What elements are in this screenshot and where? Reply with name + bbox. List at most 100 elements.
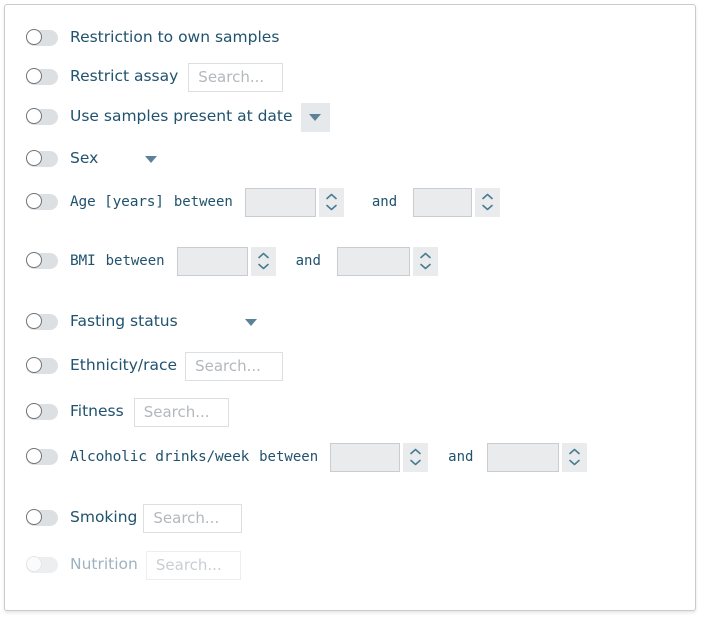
alcohol-max-spin-buttons[interactable] <box>562 442 588 472</box>
filter-row-smoking: Smoking Search... <box>5 503 695 533</box>
filter-row-nutrition: Nutrition Search... <box>5 550 695 580</box>
filter-row-sex: Sex <box>5 144 695 174</box>
toggle-smoking[interactable] <box>26 509 58 526</box>
chevron-up-icon[interactable] <box>257 252 269 259</box>
chevron-up-icon[interactable] <box>569 448 581 455</box>
sex-dropdown[interactable] <box>138 155 164 163</box>
label-restrict-assay: Restrict assay <box>70 67 179 86</box>
chevron-up-icon[interactable] <box>326 193 337 200</box>
and-label-bmi: and <box>295 253 321 269</box>
search-input-smoking[interactable]: Search... <box>143 503 243 533</box>
toggle-knob <box>26 68 42 84</box>
toggle-knob <box>26 448 42 464</box>
filter-row-bmi: BMI between and <box>5 246 695 276</box>
filter-row-list: Restriction to own samples Restrict assa… <box>5 5 695 580</box>
filter-row-age-years: Age [years] between and <box>5 187 695 217</box>
date-dropdown-button[interactable] <box>300 102 330 132</box>
toggle-restriction-to-own-samples[interactable] <box>26 29 58 46</box>
label-nutrition: Nutrition <box>70 555 138 574</box>
and-label-age: and <box>371 194 398 210</box>
search-input-ethnicity-race[interactable]: Search... <box>185 351 284 381</box>
age-min-input[interactable] <box>244 187 316 217</box>
alcohol-min-input[interactable] <box>330 442 401 472</box>
chevron-down-icon[interactable] <box>420 263 431 270</box>
chevron-up-icon[interactable] <box>410 448 421 455</box>
bmi-min-spin-buttons[interactable] <box>250 246 276 276</box>
chevron-down-icon[interactable] <box>410 459 421 466</box>
toggle-knob <box>26 556 42 572</box>
label-use-samples-present-at-date: Use samples present at date <box>70 107 293 126</box>
toggle-restrict-assay[interactable] <box>26 68 58 85</box>
search-placeholder: Search... <box>198 67 265 86</box>
filter-row-restriction-to-own-samples: Restriction to own samples <box>5 23 695 53</box>
toggle-alcoholic-drinks-per-week[interactable] <box>26 448 58 465</box>
between-label-bmi: between <box>105 253 165 269</box>
label-fasting-status: Fasting status <box>70 312 178 331</box>
and-label-alcohol: and <box>448 449 474 465</box>
toggle-knob <box>26 150 42 166</box>
caret-down-icon <box>309 113 322 121</box>
alcohol-max-stepper[interactable] <box>487 442 588 472</box>
label-age-years: Age [years] <box>70 193 164 210</box>
filter-row-ethnicity-race: Ethnicity/race Search... <box>5 351 695 381</box>
toggle-knob <box>26 403 42 419</box>
search-placeholder: Search... <box>143 402 210 421</box>
label-alcoholic-drinks-per-week: Alcoholic drinks/week <box>70 448 250 465</box>
alcohol-max-input[interactable] <box>487 442 560 472</box>
chevron-up-icon[interactable] <box>420 252 431 259</box>
label-fitness: Fitness <box>70 402 124 421</box>
chevron-down-icon[interactable] <box>569 459 581 466</box>
label-bmi: BMI <box>70 252 96 269</box>
toggle-knob <box>26 29 42 45</box>
between-label-age: between <box>173 194 233 210</box>
filter-row-alcoholic-drinks-per-week: Alcoholic drinks/week between and <box>5 442 695 472</box>
bmi-max-input[interactable] <box>336 246 410 276</box>
toggle-ethnicity-race[interactable] <box>26 357 58 374</box>
toggle-bmi[interactable] <box>26 252 58 269</box>
chevron-down-icon[interactable] <box>482 204 493 211</box>
filter-row-fasting-status: Fasting status <box>5 307 695 337</box>
caret-down-icon <box>145 155 158 163</box>
chevron-up-icon[interactable] <box>482 193 493 200</box>
toggle-knob <box>26 357 42 373</box>
toggle-use-samples-present-at-date[interactable] <box>26 108 58 125</box>
sample-filter-panel: Restriction to own samples Restrict assa… <box>4 4 696 611</box>
caret-down-icon <box>244 318 257 326</box>
fasting-status-dropdown[interactable] <box>238 318 264 326</box>
bmi-min-input[interactable] <box>176 246 248 276</box>
toggle-fasting-status[interactable] <box>26 313 58 330</box>
label-restriction-to-own-samples: Restriction to own samples <box>70 28 280 47</box>
search-placeholder: Search... <box>195 356 261 375</box>
label-ethnicity-race: Ethnicity/race <box>70 356 178 375</box>
age-max-input[interactable] <box>413 187 473 217</box>
age-max-spin-buttons[interactable] <box>475 187 501 217</box>
search-input-nutrition: Search... <box>145 550 241 580</box>
toggle-knob <box>26 252 42 268</box>
filter-row-fitness: Fitness Search... <box>5 397 695 427</box>
chevron-down-icon[interactable] <box>257 263 269 270</box>
alcohol-min-spin-buttons[interactable] <box>403 442 429 472</box>
toggle-sex[interactable] <box>26 150 58 167</box>
toggle-knob <box>26 313 42 329</box>
age-min-stepper[interactable] <box>244 187 344 217</box>
age-max-stepper[interactable] <box>413 187 501 217</box>
bmi-min-stepper[interactable] <box>176 246 276 276</box>
alcohol-min-stepper[interactable] <box>330 442 429 472</box>
toggle-fitness[interactable] <box>26 403 58 420</box>
between-label-alcohol: between <box>259 449 319 465</box>
search-placeholder: Search... <box>155 555 222 574</box>
chevron-down-icon[interactable] <box>326 204 337 211</box>
filter-row-use-samples-present-at-date: Use samples present at date <box>5 102 695 132</box>
age-min-spin-buttons[interactable] <box>318 187 344 217</box>
filter-row-restrict-assay: Restrict assay Search... <box>5 62 695 92</box>
bmi-max-stepper[interactable] <box>336 246 438 276</box>
label-sex: Sex <box>70 149 99 168</box>
label-smoking: Smoking <box>70 508 138 527</box>
search-input-fitness[interactable]: Search... <box>133 397 229 427</box>
toggle-nutrition <box>26 556 58 573</box>
bmi-max-spin-buttons[interactable] <box>412 246 438 276</box>
search-input-restrict-assay[interactable]: Search... <box>188 62 284 92</box>
toggle-age-years[interactable] <box>26 193 58 210</box>
search-placeholder: Search... <box>153 508 220 527</box>
toggle-knob <box>26 509 42 525</box>
